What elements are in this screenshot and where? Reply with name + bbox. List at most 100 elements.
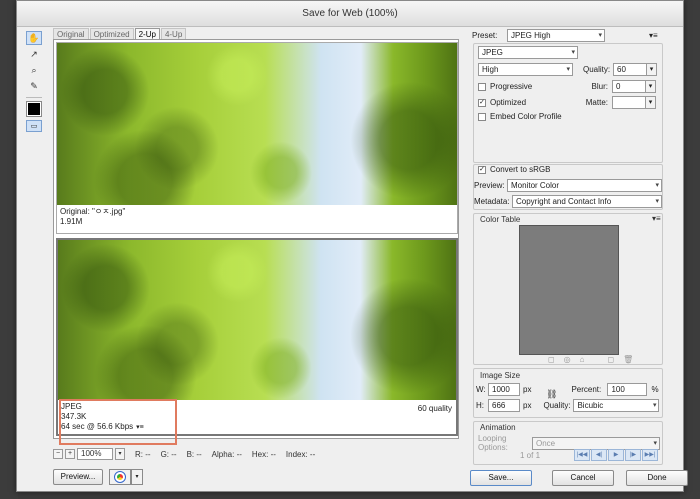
play-icon[interactable]: ▶: [608, 449, 624, 461]
preset-select[interactable]: JPEG High: [507, 29, 605, 42]
alpha-readout: Alpha: --: [211, 449, 242, 459]
compression-select[interactable]: High: [478, 63, 573, 76]
preset-label: Preset:: [472, 31, 498, 40]
web-shift-icon[interactable]: ◎: [564, 355, 571, 364]
preview-label: Preview:: [474, 181, 505, 190]
blur-field[interactable]: 0: [612, 80, 646, 93]
toggle-slices-icon[interactable]: ▭: [26, 120, 42, 132]
metadata-select[interactable]: Copyright and Contact Info: [512, 195, 662, 208]
color-table-title: Color Table: [480, 215, 521, 224]
height-row: H: 666 px Quality: Bicubic: [476, 399, 660, 412]
progressive-label: Progressive: [490, 82, 533, 91]
last-frame-icon[interactable]: ▶▶|: [642, 449, 658, 461]
quality-label: Quality:: [583, 65, 611, 74]
height-unit: px: [523, 401, 532, 410]
highlight-annotation-box: [59, 399, 177, 445]
original-pane[interactable]: Original: "ㅇㅈ.jpg" 1.91M: [56, 42, 458, 234]
hand-tool-icon[interactable]: ✋: [26, 31, 42, 45]
preview-button[interactable]: Preview...: [53, 469, 103, 485]
first-frame-icon[interactable]: |◀◀: [574, 449, 590, 461]
browser-icon[interactable]: [109, 469, 131, 485]
height-field[interactable]: 666: [488, 399, 520, 412]
width-unit: px: [523, 385, 532, 394]
save-for-web-dialog: Save for Web (100%) ✋ ↗ ⌕ ✎ ▭ Original O…: [16, 0, 688, 492]
matte-label: Matte:: [585, 98, 608, 107]
blur-label: Blur:: [591, 82, 608, 91]
next-frame-icon[interactable]: |▶: [625, 449, 641, 461]
view-tabs: Original Optimized 2-Up 4-Up: [53, 28, 187, 39]
done-button[interactable]: Done: [626, 470, 688, 486]
format-row: JPEG: [478, 46, 578, 59]
chevron-down-icon[interactable]: ▾: [131, 469, 143, 485]
zoom-dropdown-icon[interactable]: ▾: [115, 448, 125, 460]
embed-profile-label: Embed Color Profile: [490, 112, 562, 121]
optimized-row: ✓ Optimized Matte: ▾: [478, 96, 656, 109]
tab-2-up[interactable]: 2-Up: [134, 28, 160, 39]
percent-unit: %: [651, 385, 659, 394]
zoom-out-button[interactable]: −: [53, 449, 63, 459]
eyedropper-color-swatch[interactable]: [26, 101, 42, 117]
prev-frame-icon[interactable]: ◀|: [591, 449, 607, 461]
color-table-menu-icon[interactable]: ▾≡: [652, 214, 661, 223]
percent-field[interactable]: 100: [607, 383, 648, 396]
matte-dropdown-icon[interactable]: ▾: [646, 96, 656, 109]
original-caption: Original: "ㅇㅈ.jpg" 1.91M: [60, 207, 125, 227]
zoom-level-field[interactable]: 100%: [77, 448, 113, 460]
optimized-label: Optimized: [490, 98, 527, 107]
preset-row: Preset: JPEG High ▾≡: [472, 29, 658, 42]
blue-readout: B: --: [186, 449, 202, 459]
embed-row: Embed Color Profile: [478, 112, 562, 121]
quality-slider-icon[interactable]: ▾: [647, 63, 657, 76]
zoom-in-button[interactable]: +: [65, 449, 75, 459]
tab-optimized[interactable]: Optimized: [89, 28, 134, 39]
tab-original[interactable]: Original: [53, 28, 89, 39]
delete-color-icon[interactable]: 🗑: [623, 355, 633, 364]
tool-panel: ✋ ↗ ⌕ ✎ ▭: [23, 29, 45, 136]
animation-title: Animation: [480, 423, 516, 432]
metadata-row: Metadata: Copyright and Contact Info: [474, 195, 662, 208]
embed-profile-checkbox[interactable]: [478, 112, 486, 121]
map-color-icon[interactable]: ◻: [548, 355, 555, 364]
progressive-checkbox[interactable]: [478, 82, 486, 91]
resample-label: Quality:: [543, 401, 571, 410]
format-select[interactable]: JPEG: [478, 46, 578, 59]
lock-color-icon[interactable]: ⌂: [580, 355, 585, 364]
slice-select-icon[interactable]: ↗: [26, 47, 42, 61]
percent-label: Percent:: [571, 385, 602, 394]
zoom-icon[interactable]: ⌕: [26, 63, 42, 77]
dialog-title: Save for Web (100%): [17, 1, 683, 27]
preview-select[interactable]: Monitor Color: [507, 179, 662, 192]
optimized-image: [58, 240, 456, 400]
preview-canvas: Original: "ㅇㅈ.jpg" 1.91M JPEG 347.3K 64 …: [53, 39, 459, 439]
dialog-buttons: Save... Cancel Done: [470, 470, 688, 486]
looping-label: Looping Options:: [478, 434, 508, 452]
save-button[interactable]: Save...: [470, 470, 532, 486]
image-size-title: Image Size: [480, 371, 521, 380]
cancel-button[interactable]: Cancel: [552, 470, 614, 486]
convert-row: ✓ Convert to sRGB: [478, 165, 550, 174]
browser-selector[interactable]: ▾: [109, 469, 143, 485]
color-table-area[interactable]: [519, 225, 619, 355]
original-size: 1.91M: [60, 217, 83, 226]
bottom-left-controls: Preview... ▾: [53, 469, 143, 485]
compression-row: High Quality: 60 ▾: [478, 63, 657, 76]
matte-field[interactable]: [612, 96, 646, 109]
quality-field[interactable]: 60: [613, 63, 647, 76]
convert-srgb-checkbox[interactable]: ✓: [478, 165, 486, 174]
preview-row: Preview: Monitor Color: [474, 179, 662, 192]
width-field[interactable]: 1000: [488, 383, 520, 396]
new-color-icon[interactable]: ◻: [607, 355, 614, 364]
looping-select[interactable]: Once: [532, 436, 660, 450]
eyedropper-icon[interactable]: ✎: [26, 79, 42, 93]
optimized-checkbox[interactable]: ✓: [478, 98, 486, 107]
blur-slider-icon[interactable]: ▾: [646, 80, 656, 93]
resample-select[interactable]: Bicubic: [573, 399, 660, 412]
tab-4-up[interactable]: 4-Up: [160, 28, 187, 39]
color-table-icons: ◻ ◎ ⌂ ◻ 🗑: [548, 355, 633, 364]
tool-divider: [26, 97, 42, 98]
panel-menu-icon[interactable]: ▾≡: [649, 31, 658, 40]
green-readout: G: --: [160, 449, 177, 459]
red-readout: R: --: [135, 449, 151, 459]
height-label: H:: [476, 401, 484, 410]
width-row: W: 1000 px Percent: 100 %: [476, 383, 659, 396]
